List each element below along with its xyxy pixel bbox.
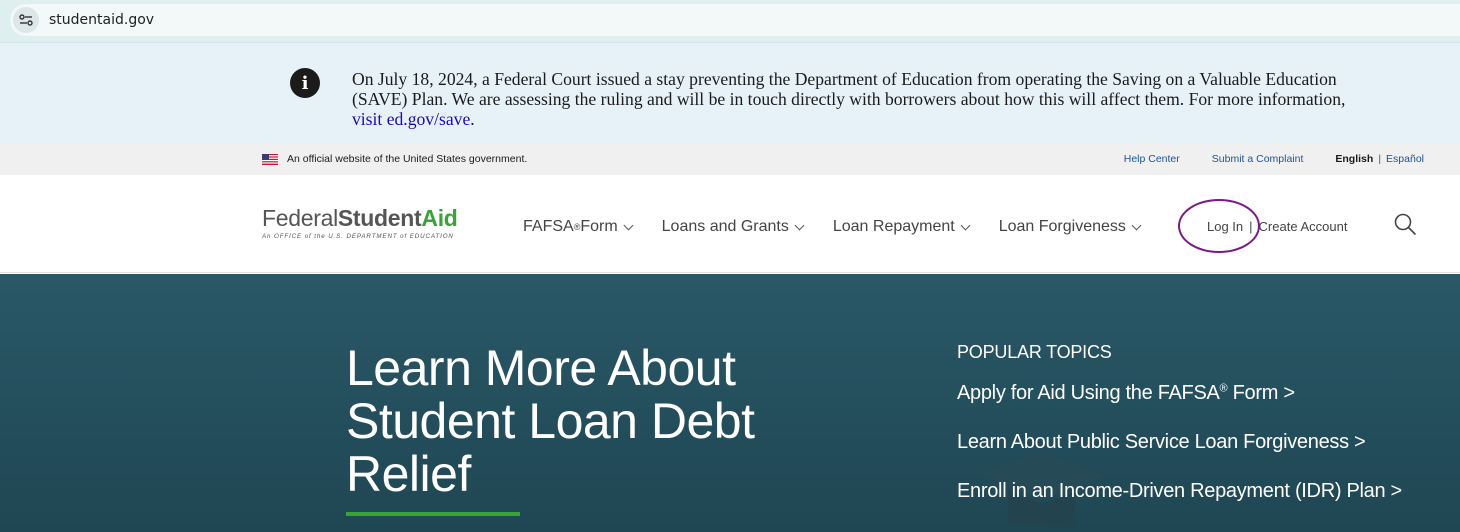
topic-apply-fafsa-link[interactable]: Apply for Aid Using the FAFSA® Form > [957, 382, 1295, 405]
official-gov-banner: An official website of the United States… [0, 144, 1460, 175]
ed-gov-save-link[interactable]: visit ed.gov/save [352, 109, 470, 129]
browser-address-bar: studentaid.gov [0, 0, 1460, 42]
logo-tagline: An OFFICE of the U.S. DEPARTMENT of EDUC… [262, 233, 454, 240]
logo-student: Student [337, 205, 422, 231]
topic-idr-link[interactable]: Enroll in an Income-Driven Repayment (ID… [957, 480, 1402, 503]
fsa-logo[interactable]: FederalStudentAid An OFFICE of the U.S. … [262, 205, 458, 240]
url-text: studentaid.gov [49, 12, 155, 28]
nav-loan-repayment[interactable]: Loan Repayment [833, 218, 971, 236]
chevron-down-icon [1131, 220, 1142, 230]
chevron-down-icon [794, 220, 805, 230]
tune-icon[interactable] [13, 7, 39, 33]
nav-loans-and-grants[interactable]: Loans and Grants [662, 218, 805, 236]
alert-message: On July 18, 2024, a Federal Court issued… [352, 69, 1346, 129]
title-underline [346, 512, 520, 516]
topic-pslf-link[interactable]: Learn About Public Service Loan Forgiven… [957, 431, 1366, 454]
chevron-down-icon [960, 220, 971, 230]
language-english[interactable]: English [1335, 153, 1373, 165]
search-icon[interactable] [1393, 212, 1417, 236]
nav-fafsa-form[interactable]: FAFSA ® Form [523, 218, 634, 236]
logo-aid: Aid [421, 205, 458, 231]
submit-complaint-link[interactable]: Submit a Complaint [1212, 153, 1304, 165]
nav-loan-forgiveness[interactable]: Loan Forgiveness [999, 218, 1142, 236]
main-nav: FAFSA ® Form Loans and Grants Loan Repaym… [523, 218, 1170, 236]
info-icon: i [290, 68, 320, 98]
url-field[interactable]: studentaid.gov [10, 4, 1460, 36]
help-center-link[interactable]: Help Center [1124, 153, 1180, 165]
language-separator: | [1378, 153, 1382, 165]
official-website-text: An official website of the United States… [287, 153, 528, 165]
popular-topics-heading: POPULAR TOPICS [957, 342, 1112, 362]
chevron-down-icon [623, 220, 634, 230]
create-account-link[interactable]: Create Account [1259, 219, 1348, 234]
hero-title: Learn More About Student Loan Debt Relie… [346, 340, 755, 502]
logo-federal: Federal [262, 205, 338, 231]
language-espanol[interactable]: Español [1386, 153, 1424, 165]
us-flag-icon [262, 154, 278, 165]
alert-banner: i On July 18, 2024, a Federal Court issu… [0, 42, 1460, 144]
login-highlight-circle [1178, 199, 1260, 253]
utility-links: Help Center Submit a Complaint English |… [1092, 153, 1424, 165]
hero-section: Learn More About Student Loan Debt Relie… [0, 274, 1460, 532]
